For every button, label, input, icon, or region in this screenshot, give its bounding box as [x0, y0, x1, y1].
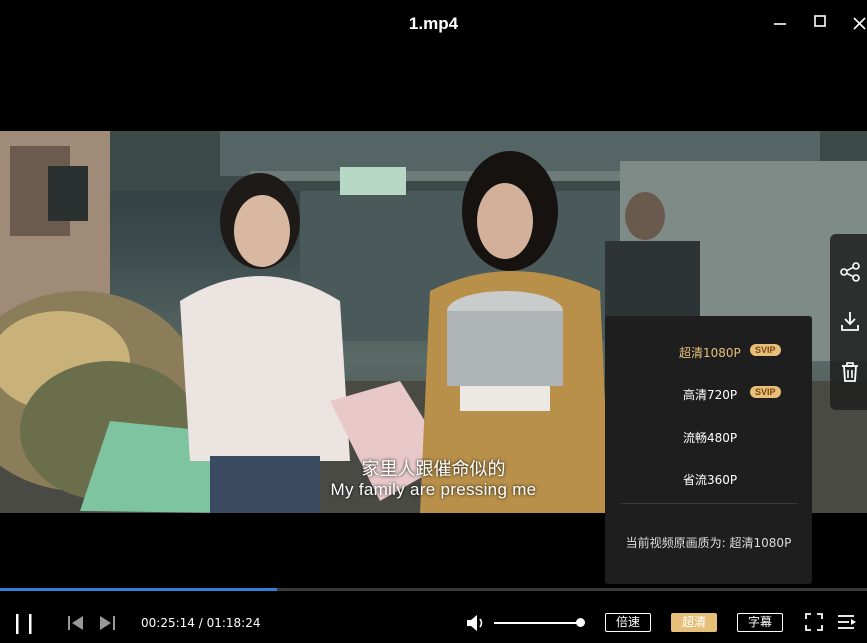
quality-option-1080p[interactable]: 超清1080P SVIP [605, 339, 812, 365]
quality-option-480p[interactable]: 流畅480P [605, 424, 812, 450]
quality-option-label: 省流360P [683, 473, 738, 487]
minimize-button[interactable] [765, 8, 795, 38]
quality-option-label: 流畅480P [683, 431, 738, 445]
window-title: 1.mp4 [408, 14, 459, 33]
current-time: 00:25:14 [141, 616, 195, 630]
delete-button[interactable] [838, 360, 862, 384]
close-button[interactable] [845, 8, 867, 38]
quality-option-label: 超清1080P [679, 346, 741, 360]
svip-badge: SVIP [750, 344, 781, 356]
volume-slider-knob[interactable] [576, 618, 585, 627]
minimize-icon [774, 23, 786, 25]
svip-badge: SVIP [750, 386, 781, 398]
control-bar: 00:25:14 / 01:18:24 倍速 超清 字幕 [0, 600, 867, 643]
maximize-button[interactable] [805, 8, 835, 38]
pause-icon [16, 614, 32, 634]
seek-bar[interactable] [0, 588, 867, 591]
menu-divider [621, 503, 797, 504]
previous-button[interactable] [67, 615, 85, 636]
original-quality-note: 当前视频原画质为: 超清1080P [625, 536, 792, 550]
subtitle-button[interactable]: 字幕 [737, 613, 783, 632]
quality-option-360p[interactable]: 省流360P [605, 466, 812, 492]
close-icon [853, 17, 866, 30]
skip-previous-icon [68, 616, 83, 630]
share-icon [840, 262, 860, 282]
seek-bar-played [0, 588, 278, 591]
quality-button[interactable]: 超清 [671, 613, 717, 632]
quality-option-label: 高清720P [683, 388, 738, 402]
playlist-icon [838, 615, 856, 629]
fullscreen-button[interactable] [805, 613, 823, 636]
playlist-button[interactable] [837, 613, 857, 636]
quality-menu: 超清1080P SVIP 高清720P SVIP 流畅480P 省流360P 当… [605, 316, 812, 584]
volume-button[interactable] [465, 612, 487, 639]
pause-button[interactable] [12, 612, 36, 641]
quality-option-720p[interactable]: 高清720P SVIP [605, 381, 812, 407]
duration: 01:18:24 [206, 616, 261, 630]
time-display: 00:25:14 / 01:18:24 [141, 616, 261, 630]
side-action-panel [830, 234, 867, 410]
volume-icon [467, 615, 483, 631]
next-button[interactable] [98, 615, 116, 636]
download-icon [841, 312, 859, 331]
delete-icon [842, 362, 858, 382]
volume-slider[interactable] [494, 622, 580, 624]
maximize-icon [814, 15, 826, 27]
speed-button[interactable]: 倍速 [605, 613, 651, 632]
time-separator: / [198, 616, 203, 630]
skip-next-icon [100, 616, 115, 630]
fullscreen-icon [805, 613, 823, 631]
share-button[interactable] [838, 260, 862, 284]
download-button[interactable] [838, 309, 862, 333]
title-bar: 1.mp4 [0, 0, 867, 46]
